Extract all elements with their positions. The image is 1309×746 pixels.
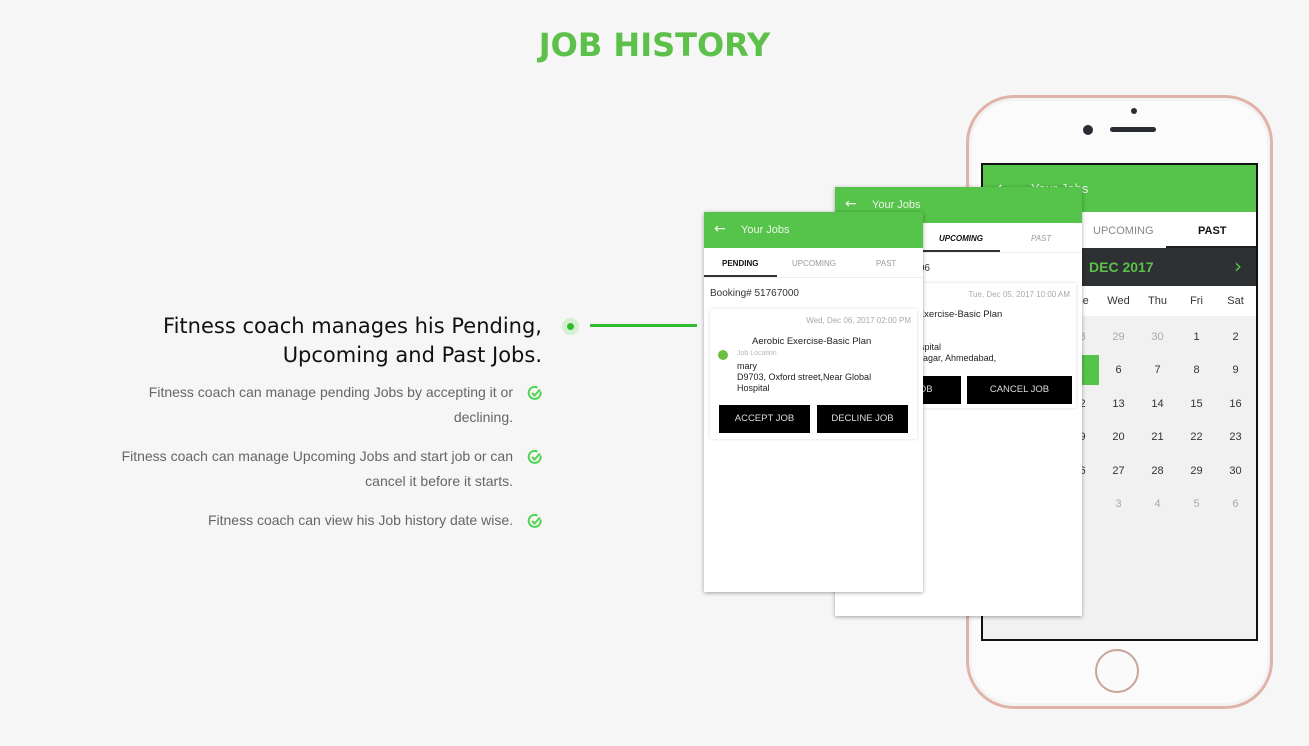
- job-date: Tue, Dec 05, 2017 10:00 AM: [968, 290, 1070, 299]
- tab-upcoming[interactable]: UPCOMING: [1093, 225, 1154, 237]
- feature-bullet-text: Fitness coach can manage Upcoming Jobs a…: [121, 448, 513, 489]
- connector-line: [590, 324, 697, 327]
- card-tabs: PENDING UPCOMING PAST: [704, 248, 923, 278]
- calendar-day[interactable]: 5: [1177, 498, 1216, 510]
- calendar-day[interactable]: 23: [1216, 431, 1255, 443]
- tab-upcoming[interactable]: UPCOMING: [939, 234, 983, 243]
- back-arrow-icon[interactable]: ←: [845, 196, 857, 212]
- calendar-day[interactable]: 4: [1138, 498, 1177, 510]
- calendar-day[interactable]: 14: [1138, 398, 1177, 410]
- calendar-day[interactable]: 22: [1177, 431, 1216, 443]
- card-title: Your Jobs: [741, 224, 790, 236]
- chevron-right-icon[interactable]: ›: [1234, 254, 1242, 278]
- active-tab-indicator: [704, 275, 777, 277]
- job-item[interactable]: Wed, Dec 06, 2017 02:00 PM Aerobic Exerc…: [710, 309, 917, 439]
- calendar-day[interactable]: 6: [1216, 498, 1255, 510]
- calendar-day[interactable]: 3: [1099, 498, 1138, 510]
- card-header: ← Your Jobs: [704, 212, 923, 248]
- phone-camera: [1083, 125, 1093, 135]
- home-button[interactable]: [1095, 649, 1139, 693]
- calendar-day[interactable]: 7: [1138, 364, 1177, 376]
- phone-sensor: [1131, 108, 1137, 114]
- tab-past[interactable]: PAST: [1031, 234, 1051, 243]
- calendar-day[interactable]: 8: [1177, 364, 1216, 376]
- accept-job-button[interactable]: ACCEPT JOB: [719, 405, 810, 433]
- decline-job-button[interactable]: DECLINE JOB: [817, 405, 908, 433]
- feature-heading-line1: Fitness coach manages his Pending,: [163, 314, 542, 338]
- calendar-day[interactable]: 2: [1216, 331, 1255, 343]
- page-title: JOB HISTORY: [538, 26, 771, 64]
- tab-past[interactable]: PAST: [1198, 225, 1227, 237]
- check-circle-icon: [527, 449, 542, 464]
- active-tab-indicator: [918, 250, 1000, 252]
- job-plan: Aerobic Exercise-Basic Plan: [752, 336, 872, 347]
- pending-jobs-card: ← Your Jobs PENDING UPCOMING PAST Bookin…: [704, 212, 923, 592]
- status-dot: [718, 350, 728, 360]
- job-date: Wed, Dec 06, 2017 02:00 PM: [806, 316, 911, 325]
- calendar-day[interactable]: 13: [1099, 398, 1138, 410]
- cancel-job-button[interactable]: CANCEL JOB: [967, 376, 1072, 404]
- calendar-day[interactable]: 28: [1138, 465, 1177, 477]
- calendar-day[interactable]: 16: [1216, 398, 1255, 410]
- job-address-line1: D9703, Oxford street,Near Global: [737, 372, 872, 382]
- weekday-label: Sat: [1227, 295, 1244, 307]
- feature-bullet-text: Fitness coach can manage pending Jobs by…: [148, 384, 513, 425]
- connector-dot: [562, 318, 579, 335]
- job-location-label: Job Location: [737, 350, 777, 357]
- phone-speaker: [1110, 127, 1156, 132]
- card-title: Your Jobs: [872, 199, 921, 211]
- back-arrow-icon[interactable]: ←: [714, 221, 726, 237]
- calendar-day[interactable]: 9: [1216, 364, 1255, 376]
- feature-bullet: Fitness coach can manage pending Jobs by…: [103, 380, 543, 430]
- calendar-day[interactable]: 21: [1138, 431, 1177, 443]
- booking-number: Booking# 51767000: [710, 288, 799, 299]
- calendar-day[interactable]: 6: [1099, 364, 1138, 376]
- calendar-day[interactable]: 1: [1177, 331, 1216, 343]
- check-circle-icon: [527, 385, 542, 400]
- calendar-day[interactable]: 30: [1216, 465, 1255, 477]
- calendar-day[interactable]: 15: [1177, 398, 1216, 410]
- feature-heading-line2: Upcoming and Past Jobs.: [282, 343, 542, 367]
- calendar-day[interactable]: 29: [1099, 331, 1138, 343]
- weekday-label: Wed: [1107, 295, 1130, 307]
- job-address-line2: Hospital: [737, 383, 770, 393]
- calendar-month: DEC 2017: [1089, 259, 1154, 275]
- weekday-label: Fri: [1190, 295, 1203, 307]
- calendar-day[interactable]: 29: [1177, 465, 1216, 477]
- feature-bullet: Fitness coach can view his Job history d…: [103, 508, 543, 533]
- tab-upcoming[interactable]: UPCOMING: [792, 259, 836, 268]
- check-circle-icon: [527, 513, 542, 528]
- weekday-label: Thu: [1148, 295, 1167, 307]
- feature-heading: Fitness coach manages his Pending, Upcom…: [112, 312, 542, 370]
- tab-past[interactable]: PAST: [876, 259, 896, 268]
- feature-bullet: Fitness coach can manage Upcoming Jobs a…: [103, 444, 543, 494]
- calendar-day[interactable]: 20: [1099, 431, 1138, 443]
- feature-bullet-list: Fitness coach can manage pending Jobs by…: [103, 380, 543, 547]
- calendar-day[interactable]: 30: [1138, 331, 1177, 343]
- calendar-day[interactable]: 27: [1099, 465, 1138, 477]
- feature-bullet-text: Fitness coach can view his Job history d…: [207, 512, 513, 528]
- tab-pending[interactable]: PENDING: [722, 259, 758, 268]
- job-contact-name: mary: [737, 361, 757, 371]
